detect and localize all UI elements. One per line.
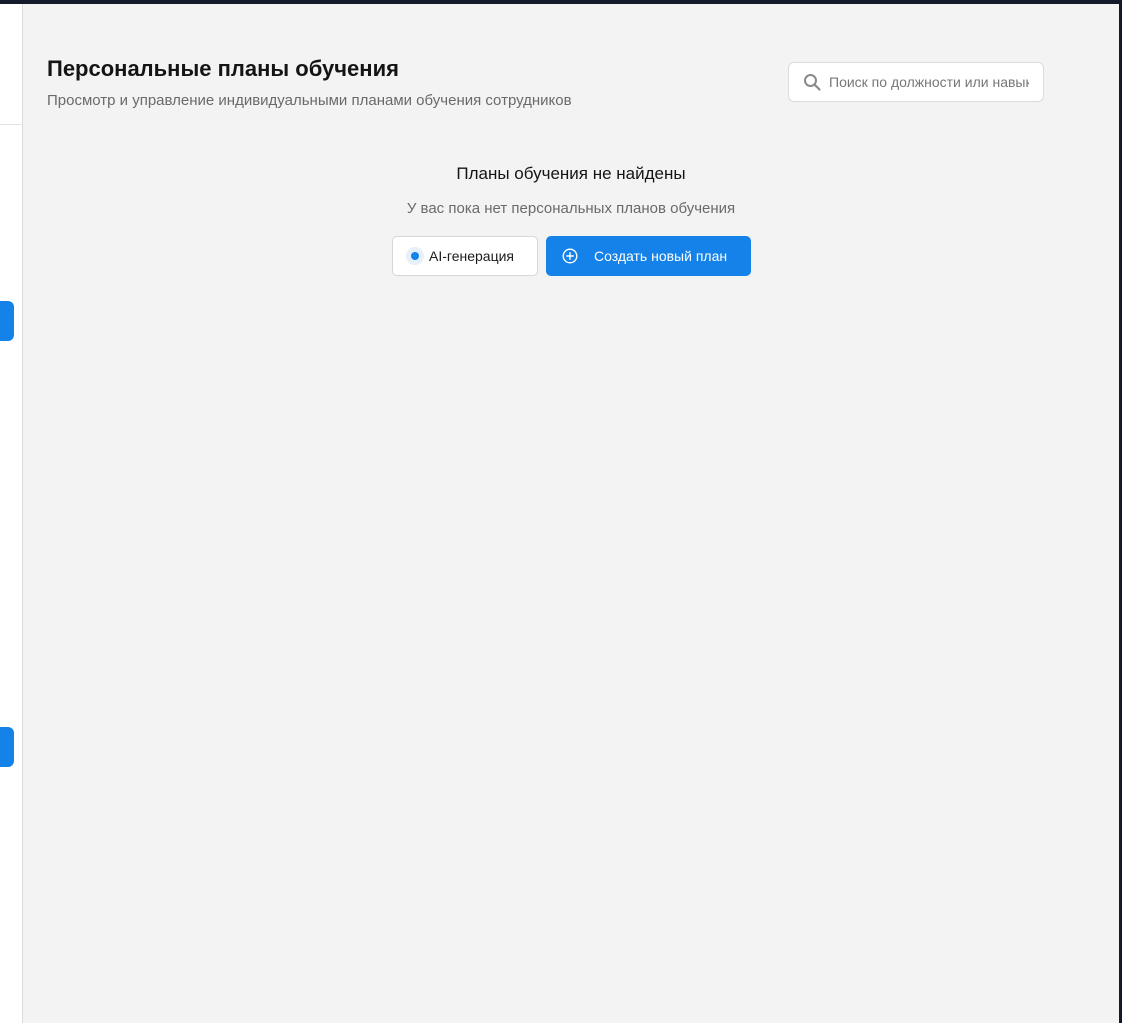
page-subtitle: Просмотр и управление индивидуальными пл… [47,92,572,109]
main-content: Персональные планы обучения Просмотр и у… [23,4,1119,1023]
create-plan-button[interactable]: Создать новый план [546,236,751,276]
ai-generation-button[interactable]: AI-генерация [392,236,538,276]
empty-state-title: Планы обучения не найдены [456,164,686,183]
plus-circle-icon [562,248,578,264]
sidebar-divider [0,124,22,125]
create-plan-label: Создать новый план [594,248,728,264]
empty-state-subtitle: У вас пока нет персональных планов обуче… [406,200,736,217]
sidebar [0,4,23,1023]
search-input[interactable] [829,74,1029,90]
sidebar-active-tab[interactable] [0,301,14,341]
search-box[interactable] [788,62,1044,102]
search-icon [804,74,821,91]
page-title: Персональные планы обучения [47,56,399,81]
ai-dot-icon [406,247,424,265]
ai-generation-label: AI-генерация [429,248,514,264]
sidebar-tab[interactable] [0,727,14,767]
